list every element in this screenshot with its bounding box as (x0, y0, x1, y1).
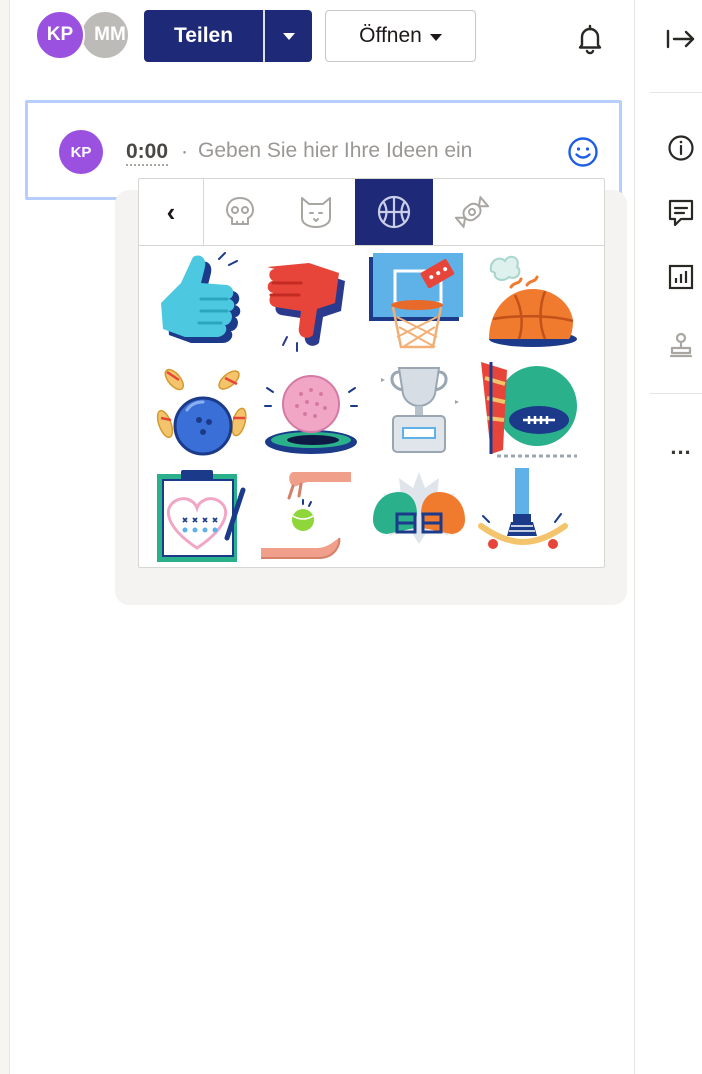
sticker-playbook-clipboard[interactable] (147, 464, 255, 570)
avatar-kp[interactable]: KP (35, 10, 85, 60)
comment-timestamp[interactable]: 0:00 (126, 140, 169, 166)
sticker-trophy[interactable] (365, 358, 473, 464)
caret-down-icon (429, 33, 442, 41)
chart-icon[interactable] (664, 260, 698, 294)
avatar-initials: KP (46, 24, 74, 45)
share-dropdown-button[interactable] (265, 10, 312, 62)
avatar-initials: KP (70, 143, 92, 161)
tab-skull[interactable] (204, 179, 276, 245)
sticker-tennis-ball-catch[interactable] (257, 464, 365, 570)
bell-icon[interactable] (573, 22, 607, 56)
tab-candy[interactable] (433, 179, 511, 245)
share-divider (263, 10, 265, 62)
avatar-mm[interactable]: MM (80, 10, 130, 60)
sticker-picker: ‹ (138, 178, 605, 568)
right-rail-divider (634, 0, 635, 1074)
stamp-icon[interactable] (664, 328, 698, 362)
sticker-helmet-clash[interactable] (365, 464, 473, 570)
share-button-group: Teilen (144, 10, 312, 62)
open-button[interactable]: Öffnen (325, 10, 476, 62)
sticker-football-pennant[interactable] (475, 358, 583, 464)
smiley-icon[interactable] (566, 135, 600, 169)
skull-icon (226, 197, 254, 225)
sticker-bowling-strike[interactable] (147, 358, 255, 464)
sticker-basketball-hoop[interactable] (365, 251, 473, 357)
info-icon[interactable] (664, 131, 698, 165)
avatar-initials: MM (94, 24, 126, 45)
sticker-thumbs-down[interactable] (257, 251, 365, 357)
sticker-smoking-basketball[interactable] (475, 251, 583, 357)
caret-down-icon (282, 32, 295, 40)
collapse-arrow-icon[interactable] (664, 22, 698, 56)
chevron-left-icon: ‹ (166, 196, 176, 227)
left-panel-edge (0, 0, 10, 1074)
open-button-label: Öffnen (359, 24, 422, 47)
rail-separator (650, 92, 702, 93)
sticker-skateboard-kickflip[interactable] (475, 464, 583, 570)
sticker-thumbs-up[interactable] (147, 251, 255, 357)
tab-cat[interactable] (276, 179, 355, 245)
more-dots-icon: ... (670, 434, 692, 459)
basketball-icon (377, 195, 411, 229)
candy-icon (454, 196, 490, 228)
share-button[interactable]: Teilen (144, 10, 263, 62)
sticker-category-tabs: ‹ (139, 179, 604, 246)
timestamp-separator: · (181, 140, 188, 163)
comment-icon[interactable] (664, 196, 698, 230)
cat-icon (300, 197, 331, 228)
sticker-back-button[interactable]: ‹ (139, 179, 204, 245)
sticker-golf-ball-hole[interactable] (257, 358, 365, 464)
rail-separator (650, 393, 702, 394)
comment-input[interactable] (198, 136, 558, 166)
tab-sports[interactable] (355, 179, 433, 245)
comment-avatar: KP (59, 130, 103, 174)
sticker-grid (139, 246, 604, 568)
more-options-button[interactable]: ... (664, 430, 698, 464)
